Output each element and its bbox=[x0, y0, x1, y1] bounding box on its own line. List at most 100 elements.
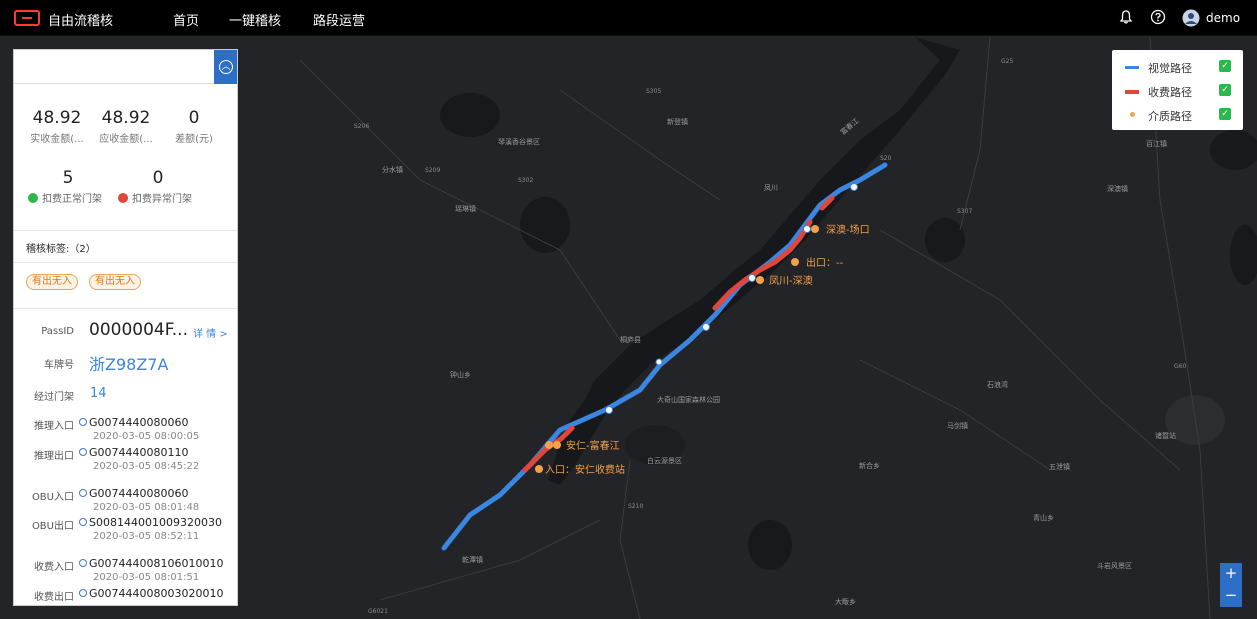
audit-tags-title: 稽核标签:（2） bbox=[26, 244, 96, 255]
road-code-label: G60 bbox=[1174, 363, 1186, 370]
medium-point[interactable] bbox=[535, 465, 543, 473]
map-label-village: 乾潭镇 bbox=[462, 555, 483, 564]
divider bbox=[14, 308, 237, 309]
map-label-village: 大畈乡 bbox=[835, 597, 856, 606]
gate-marker[interactable] bbox=[605, 406, 613, 414]
medium-point[interactable] bbox=[811, 225, 819, 233]
infer-entry-value: G0074440080060 bbox=[89, 416, 189, 429]
checkbox-icon[interactable]: ✓ bbox=[1219, 84, 1231, 96]
passid-label: PassID bbox=[41, 326, 74, 337]
gates-label: 经过门架 bbox=[34, 392, 74, 403]
divider bbox=[14, 230, 237, 231]
divider bbox=[14, 262, 237, 263]
obu-entry-value: G0074440080060 bbox=[89, 487, 189, 500]
search-input[interactable] bbox=[14, 50, 214, 84]
road-code-label: S305 bbox=[646, 88, 661, 95]
legend-item-toll[interactable]: 收费路径 ✓ bbox=[1112, 81, 1243, 101]
user-avatar-icon[interactable] bbox=[1182, 9, 1200, 27]
audit-tag[interactable]: 有出无入 bbox=[26, 274, 78, 290]
map-label-village: 新登镇 bbox=[667, 117, 688, 126]
checkbox-icon[interactable]: ✓ bbox=[1219, 108, 1231, 120]
gate-marker[interactable] bbox=[702, 323, 710, 331]
map-label-village: 石浪湾 bbox=[987, 380, 1008, 389]
abnormal-status-icon bbox=[118, 193, 128, 203]
bell-icon[interactable] bbox=[1117, 9, 1135, 27]
obu-exit-time: 2020-03-05 08:52:11 bbox=[93, 531, 200, 542]
top-bar: 自由流稽核 首页 一键稽核 路段运营 demo bbox=[0, 0, 1257, 36]
medium-point[interactable] bbox=[553, 441, 561, 449]
gate-marker[interactable] bbox=[803, 225, 811, 233]
road-code-label: S206 bbox=[354, 123, 369, 130]
map-label-scenic: 白云源景区 bbox=[647, 456, 682, 465]
map-label-village: 马剑镇 bbox=[947, 421, 968, 430]
timeline-dot bbox=[79, 518, 87, 526]
collapse-button[interactable]: ︿ bbox=[214, 50, 237, 84]
gate-marker[interactable] bbox=[850, 183, 858, 191]
gates-value: 14 bbox=[90, 386, 107, 401]
audit-tag[interactable]: 有出无入 bbox=[89, 274, 141, 290]
gate-marker[interactable] bbox=[748, 274, 756, 282]
abnormal-gate-label: 扣费异常门架 bbox=[118, 190, 192, 205]
toll-entry-label: 收费入口 bbox=[34, 562, 74, 573]
obu-exit-label: OBU出口 bbox=[31, 521, 74, 532]
map-label-village: 新合乡 bbox=[859, 461, 880, 470]
medium-path-swatch bbox=[1130, 112, 1135, 117]
checkbox-icon[interactable]: ✓ bbox=[1219, 60, 1231, 72]
normal-gate-label: 扣费正常门架 bbox=[28, 190, 102, 205]
chevron-up-icon: ︿ bbox=[219, 60, 233, 74]
user-name[interactable]: demo bbox=[1206, 11, 1240, 25]
normal-gate-count: 5 bbox=[62, 168, 74, 188]
zoom-out-button[interactable]: − bbox=[1220, 585, 1242, 607]
gate-marker[interactable] bbox=[655, 358, 663, 366]
nav-home[interactable]: 首页 bbox=[173, 10, 199, 29]
map-label-park: 大奇山国家森林公园 bbox=[657, 395, 720, 404]
medium-point[interactable] bbox=[756, 276, 764, 284]
map-label-county: 桐庐县 bbox=[620, 335, 641, 344]
toll-entry-time: 2020-03-05 08:01:51 bbox=[93, 572, 200, 583]
infer-exit-time: 2020-03-05 08:45:22 bbox=[93, 461, 200, 472]
station-label[interactable]: 凤川-深澳 bbox=[769, 274, 813, 287]
nav-road-operation[interactable]: 路段运营 bbox=[313, 10, 365, 29]
entry-label[interactable]: 入口：安仁收费站 bbox=[545, 463, 625, 476]
plate-value: 浙Z98Z7A bbox=[89, 355, 169, 374]
normal-status-icon bbox=[28, 193, 38, 203]
infer-exit-value: G0074440080110 bbox=[89, 446, 189, 459]
toll-path-swatch bbox=[1125, 90, 1139, 94]
exit-label[interactable]: 出口：-- bbox=[806, 256, 844, 269]
timeline-dot bbox=[79, 589, 87, 597]
detail-link[interactable]: 详 情 > bbox=[193, 325, 228, 340]
visual-path-swatch bbox=[1125, 66, 1139, 69]
station-label[interactable]: 安仁-富春江 bbox=[566, 439, 620, 452]
map-label-village: 百江镇 bbox=[1146, 139, 1167, 148]
zoom-in-button[interactable]: + bbox=[1220, 563, 1242, 585]
diff-amount: 0 bbox=[188, 108, 200, 128]
station-label[interactable]: 深澳-场口 bbox=[826, 223, 870, 236]
legend-item-visual[interactable]: 视觉路径 ✓ bbox=[1112, 57, 1243, 77]
medium-point[interactable] bbox=[791, 258, 799, 266]
map-label-scenic: 斗岩风景区 bbox=[1097, 561, 1132, 570]
actual-amount: 48.92 bbox=[32, 108, 82, 128]
toll-exit-value: G007444008003020010 bbox=[89, 587, 224, 600]
legend-label: 收费路径 bbox=[1148, 86, 1192, 99]
nav-one-click-audit[interactable]: 一键稽核 bbox=[229, 10, 281, 29]
road-code-label: S209 bbox=[425, 167, 440, 174]
map-label-scenic: 琴溪香谷景区 bbox=[498, 137, 540, 146]
due-amount-label: 应收金额(... bbox=[99, 134, 153, 145]
map-label-station: 诸暨站 bbox=[1155, 431, 1176, 440]
road-code-label: S20 bbox=[880, 155, 892, 162]
infer-entry-label: 推理入口 bbox=[34, 421, 74, 432]
infer-entry-time: 2020-03-05 08:00:05 bbox=[93, 431, 200, 442]
abnormal-gate-count: 0 bbox=[152, 168, 164, 188]
map-label-village: 深澳镇 bbox=[1107, 184, 1128, 193]
map-label-village: 钟山乡 bbox=[450, 370, 471, 379]
timeline-dot bbox=[79, 489, 87, 497]
road-code-label: S302 bbox=[518, 177, 533, 184]
plate-label: 车牌号 bbox=[44, 360, 74, 371]
map-label-village: 五泄镇 bbox=[1049, 462, 1070, 471]
map-legend: 视觉路径 ✓ 收费路径 ✓ 介质路径 ✓ bbox=[1112, 50, 1243, 130]
legend-label: 介质路径 bbox=[1148, 110, 1192, 123]
medium-point[interactable] bbox=[545, 441, 553, 449]
legend-item-medium[interactable]: 介质路径 ✓ bbox=[1112, 105, 1243, 125]
help-icon[interactable] bbox=[1149, 9, 1167, 27]
timeline-dot bbox=[79, 559, 87, 567]
